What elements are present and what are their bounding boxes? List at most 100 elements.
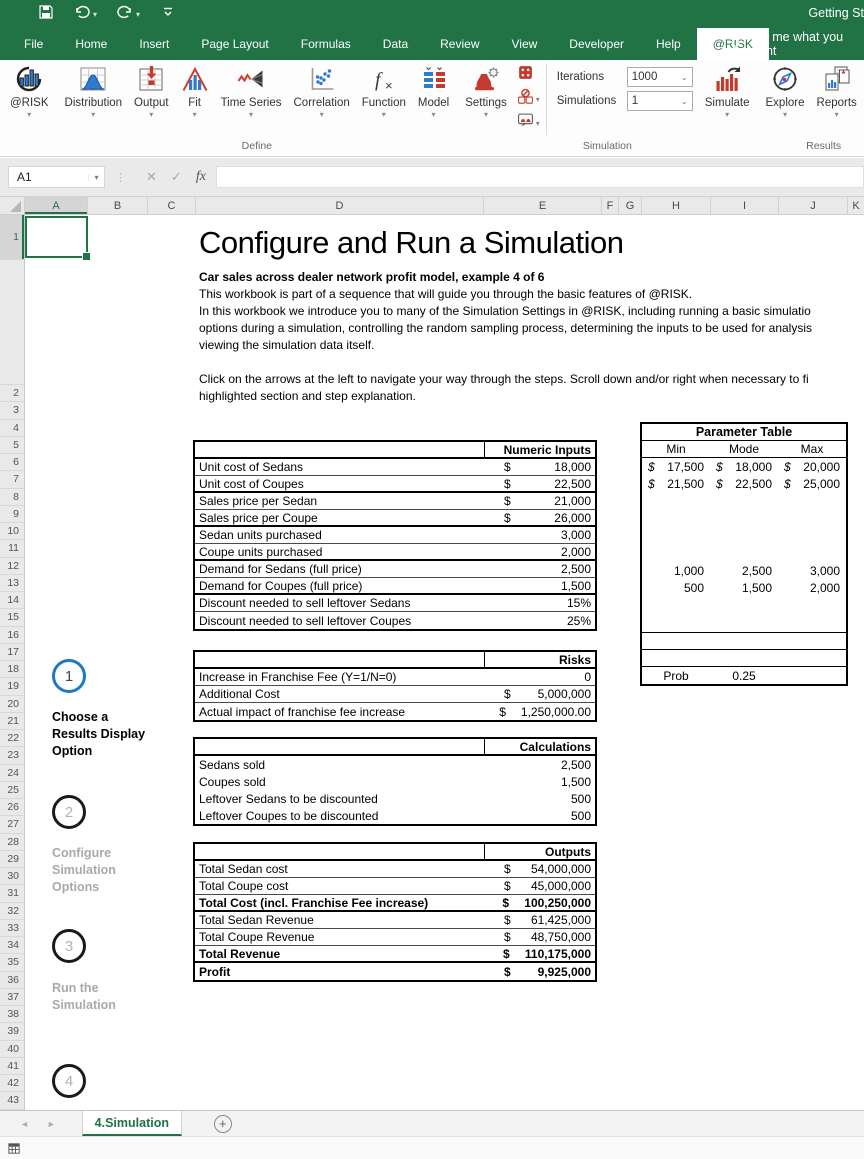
row-header[interactable]: 21 [0,713,24,730]
table-row[interactable]: 1,000 2,500 3,000 [642,562,846,579]
add-sheet-button[interactable]: + [214,1115,232,1133]
table-row[interactable]: Total Coupe cost$45,000,000 [195,878,595,895]
formula-input[interactable] [216,166,864,188]
parameter-table-title[interactable]: Parameter Table [642,424,846,441]
simulations-dropdown[interactable]: 1 ⌄ [627,91,693,111]
time-series-button[interactable]: Time Series ▾ [215,60,288,139]
table-row[interactable]: Coupe units purchased2,000 [195,544,595,561]
cancel-icon[interactable]: ✕ [146,169,157,185]
parameter-table-headers[interactable]: Min Mode Max [642,441,846,458]
correlation-button[interactable]: Correlation ▾ [288,60,356,139]
tab-help[interactable]: Help [640,28,697,60]
table-row[interactable]: Discount needed to sell leftover Coupes2… [195,612,595,629]
table-row[interactable]: Actual impact of franchise fee increase$… [195,703,595,720]
distribution-button[interactable]: Distribution ▾ [59,60,129,139]
table-header[interactable]: Calculations [195,739,595,756]
column-header[interactable]: B [88,197,148,214]
step-1-circle[interactable]: 1 [52,659,86,693]
insert-function-icon[interactable]: fx [196,169,206,185]
row-header[interactable]: 12 [0,558,24,575]
row-header[interactable]: 8 [0,489,24,506]
tab-insert[interactable]: Insert [123,28,185,60]
output-button[interactable]: Output ▾ [128,60,175,139]
tell-me-box[interactable]: Tell me what you want [728,28,864,60]
selected-cell-a1[interactable] [25,216,88,258]
enter-icon[interactable]: ✓ [171,169,182,185]
table-header[interactable]: Risks [195,652,595,669]
table-row[interactable]: Sales price per Coupe$26,000 [195,510,595,527]
row-header[interactable]: 30 [0,868,24,885]
sheet-nav-right-icon[interactable]: ► [47,1119,56,1129]
table-row[interactable]: Demand for Coupes (full price)1,500 [195,578,595,595]
row-header[interactable] [0,260,24,385]
table-row[interactable]: Discount needed to sell leftover Sedans1… [195,595,595,612]
table-row[interactable]: Sales price per Sedan$21,000 [195,493,595,510]
row-header[interactable]: 26 [0,799,24,816]
table-row[interactable]: Sedan units purchased3,000 [195,527,595,544]
tab-review[interactable]: Review [424,28,495,60]
table-row[interactable]: $17,500 $18,000 $20,000 [642,458,846,475]
table-row[interactable]: Coupes sold1,500 [195,773,595,790]
column-header[interactable]: H [642,197,711,214]
table-row[interactable]: Demand for Sedans (full price)2,500 [195,561,595,578]
row-header[interactable]: 10 [0,523,24,540]
row-header[interactable]: 33 [0,920,24,937]
undo-button[interactable] [74,4,97,24]
probability-row[interactable]: Prob 0.25 [642,666,846,684]
fit-button[interactable]: Fit ▾ [175,60,215,139]
row-header[interactable]: 42 [0,1075,24,1092]
macro-record-icon[interactable] [7,1141,22,1156]
row-header[interactable]: 17 [0,644,24,661]
row-header[interactable]: 18 [0,661,24,678]
function-button[interactable]: f× Function ▾ [356,60,412,139]
table-row[interactable]: Sedans sold2,500 [195,756,595,773]
tab-page-layout[interactable]: Page Layout [185,28,284,60]
table-row[interactable]: Unit cost of Coupes$22,500 [195,476,595,493]
row-header[interactable]: 40 [0,1041,24,1058]
show-input-results-button[interactable] [515,112,542,134]
table-row[interactable]: Leftover Sedans to be discounted500 [195,790,595,807]
column-header[interactable]: I [711,197,779,214]
reports-button[interactable]: Reports ▾ [811,60,863,139]
sheet-tab-simulation[interactable]: 4.Simulation [82,1111,182,1136]
table-row[interactable]: Additional Cost$5,000,000 [195,686,595,703]
row-header[interactable]: 19 [0,678,24,695]
sampling-options-button[interactable] [515,88,542,110]
tab-file[interactable]: File [8,28,59,60]
tab-data[interactable]: Data [367,28,424,60]
table-row[interactable]: Total Coupe Revenue$48,750,000 [195,929,595,946]
row-header[interactable]: 24 [0,765,24,782]
row-header[interactable]: 31 [0,885,24,902]
table-row[interactable]: Total Sedan cost$54,000,000 [195,861,595,878]
sheet-nav-left-icon[interactable]: ◄ [20,1119,29,1129]
row-header[interactable]: 23 [0,747,24,764]
name-box[interactable]: A1 ▾ [8,166,105,188]
table-row[interactable]: Unit cost of Sedans$18,000 [195,459,595,476]
row-header[interactable]: 6 [0,454,24,471]
settings-button[interactable]: Settings ▾ [459,60,513,139]
row-header[interactable]: 5 [0,437,24,454]
column-header[interactable]: D [196,197,484,214]
table-header[interactable]: Numeric Inputs [195,442,595,459]
tab-developer[interactable]: Developer [553,28,640,60]
save-button[interactable] [38,4,54,24]
column-header[interactable]: C [148,197,196,214]
column-header[interactable]: K [848,197,864,214]
row-header[interactable]: 7 [0,471,24,488]
step-3-circle[interactable]: 3 [52,929,86,963]
row-header[interactable]: 35 [0,954,24,971]
row-header[interactable]: 13 [0,575,24,592]
row-header[interactable]: 39 [0,1023,24,1040]
table-row[interactable]: 500 1,500 2,000 [642,579,846,596]
row-header[interactable]: 32 [0,903,24,920]
column-header[interactable]: J [779,197,848,214]
random-static-button[interactable] [515,64,542,86]
row-header[interactable]: 11 [0,540,24,557]
row-header[interactable]: 20 [0,696,24,713]
row-header[interactable]: 4 [0,420,24,437]
redo-button[interactable] [117,4,140,24]
row-header[interactable]: 34 [0,937,24,954]
column-header[interactable]: F [602,197,619,214]
row-header[interactable]: 36 [0,972,24,989]
tab-home[interactable]: Home [59,28,123,60]
